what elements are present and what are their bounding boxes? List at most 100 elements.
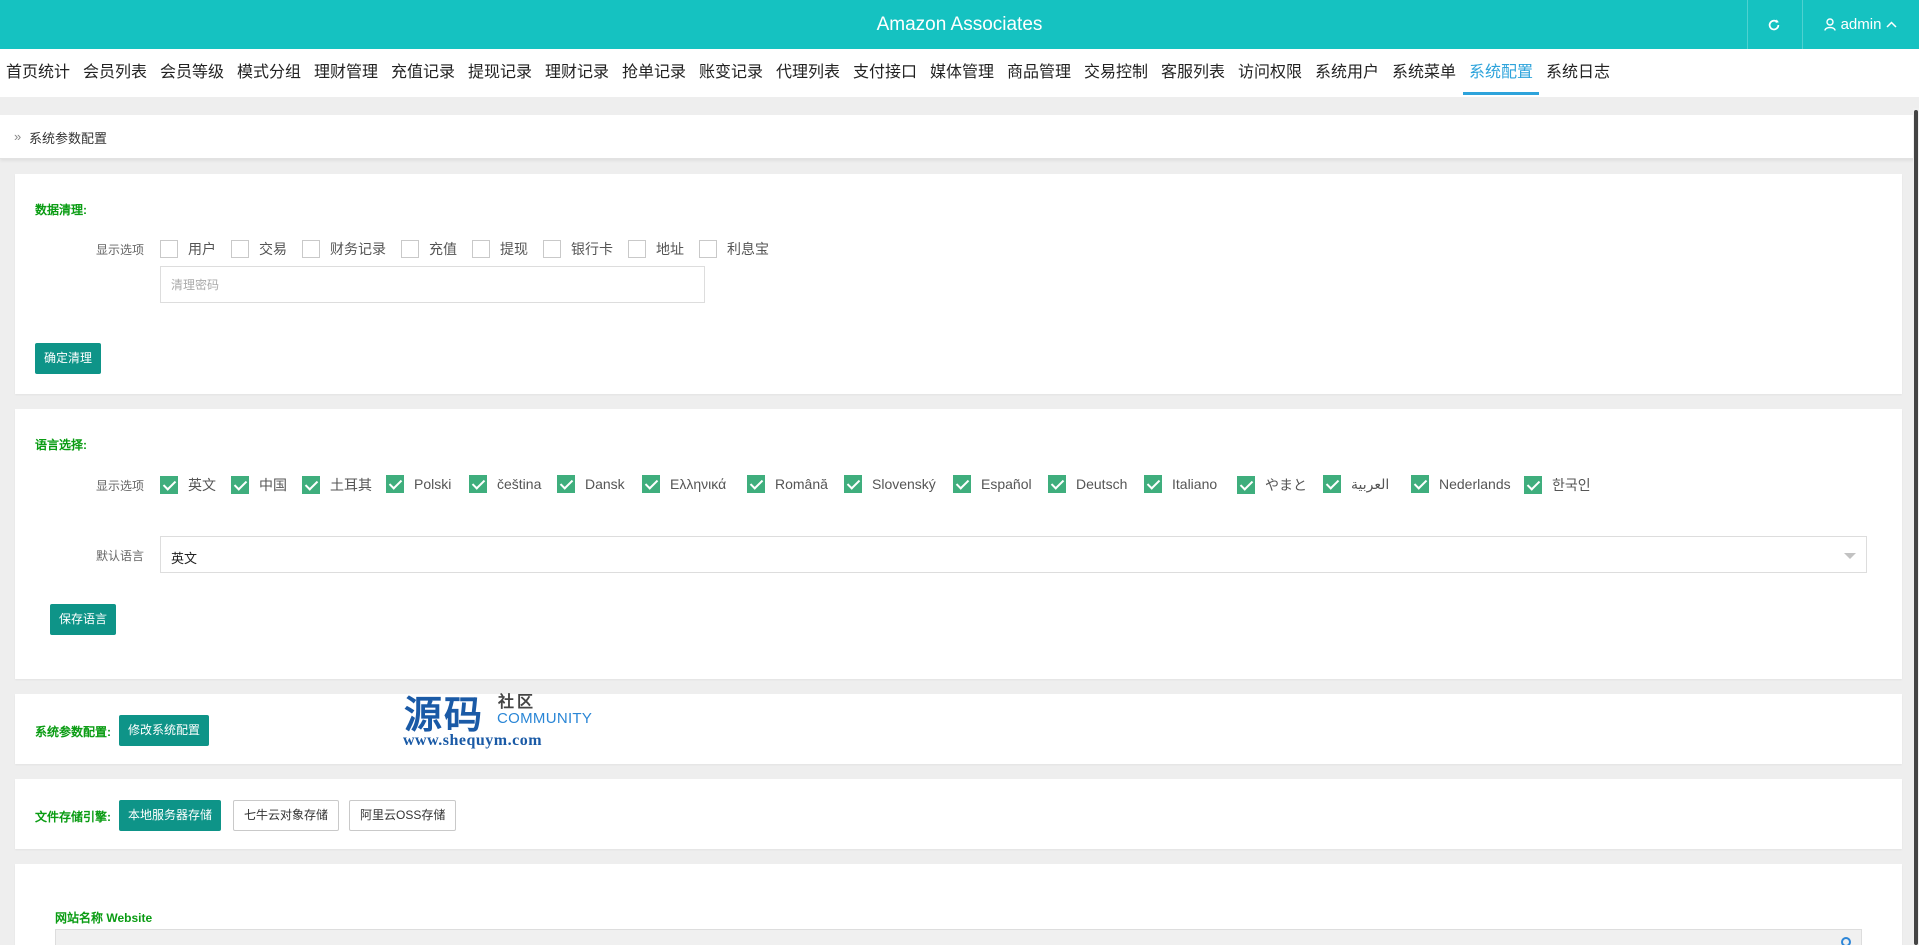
caret-down-icon xyxy=(1844,553,1856,559)
cleanup-password-input[interactable] xyxy=(160,266,705,303)
nav-item-system-users[interactable]: 系统用户 xyxy=(1315,49,1379,97)
option-label: 英文 xyxy=(188,477,216,493)
nav-item-home-stats[interactable]: 首页统计 xyxy=(6,49,70,97)
edit-icon[interactable] xyxy=(1841,937,1851,945)
option-label: 한국인 xyxy=(1552,477,1591,493)
storage-qiniu-button[interactable]: 七牛云对象存储 xyxy=(233,800,340,831)
cleanup-option-interest-treasure[interactable]: 利息宝 xyxy=(699,239,769,259)
checkbox[interactable] xyxy=(401,240,419,258)
option-label: 中国 xyxy=(259,477,287,493)
nav-item-trade-control[interactable]: 交易控制 xyxy=(1084,49,1148,97)
option-label: 用户 xyxy=(188,241,216,257)
language-option-italian[interactable]: Italiano xyxy=(1144,475,1217,493)
nav-item-service-list[interactable]: 客服列表 xyxy=(1161,49,1225,97)
nav-item-system-log[interactable]: 系统日志 xyxy=(1546,49,1610,97)
nav-item-system-menu[interactable]: 系统菜单 xyxy=(1392,49,1456,97)
checkbox[interactable] xyxy=(160,476,178,494)
default-language-select[interactable]: 英文 xyxy=(160,536,1867,573)
option-label: 地址 xyxy=(656,241,684,257)
nav-item-finance-management[interactable]: 理财管理 xyxy=(314,49,378,97)
nav-item-payment-interface[interactable]: 支付接口 xyxy=(853,49,917,97)
cleanup-option-recharge[interactable]: 充值 xyxy=(401,239,457,259)
checkbox[interactable] xyxy=(953,475,971,493)
checkbox[interactable] xyxy=(1144,475,1162,493)
checkbox[interactable] xyxy=(231,476,249,494)
language-option-spanish[interactable]: Español xyxy=(953,475,1032,493)
watermark-main-text: 源码 xyxy=(404,693,485,737)
option-label: 土耳其 xyxy=(330,477,372,493)
language-option-slovak[interactable]: Slovenský xyxy=(844,475,936,493)
nav-item-order-grab-records[interactable]: 抢单记录 xyxy=(622,49,686,97)
cleanup-option-trades[interactable]: 交易 xyxy=(231,239,287,259)
storage-local-button[interactable]: 本地服务器存储 xyxy=(119,800,222,831)
option-label: Română xyxy=(775,476,828,492)
checkbox[interactable] xyxy=(472,240,490,258)
checkbox[interactable] xyxy=(628,240,646,258)
refresh-button[interactable] xyxy=(1747,0,1801,49)
nav-item-member-list[interactable]: 会员列表 xyxy=(83,49,147,97)
language-option-danish[interactable]: Dansk xyxy=(557,475,625,493)
checkbox[interactable] xyxy=(1048,475,1066,493)
cleanup-option-bank-cards[interactable]: 银行卡 xyxy=(543,239,613,259)
language-option-german[interactable]: Deutsch xyxy=(1048,475,1127,493)
checkbox[interactable] xyxy=(699,240,717,258)
option-label: Italiano xyxy=(1172,476,1218,492)
checkbox[interactable] xyxy=(231,240,249,258)
nav-item-member-level[interactable]: 会员等级 xyxy=(160,49,224,97)
user-menu[interactable]: admin xyxy=(1802,0,1919,49)
checkbox[interactable] xyxy=(302,240,320,258)
checkbox[interactable] xyxy=(543,240,561,258)
nav-item-finance-records[interactable]: 理财记录 xyxy=(545,49,609,97)
language-option-english[interactable]: 英文 xyxy=(160,475,216,495)
watermark-community-text: COMMUNITY xyxy=(497,710,593,727)
cleanup-option-users[interactable]: 用户 xyxy=(160,239,216,259)
nav-item-product-management[interactable]: 商品管理 xyxy=(1007,49,1071,97)
checkbox[interactable] xyxy=(642,475,660,493)
language-option-chinese[interactable]: 中国 xyxy=(231,475,287,495)
nav-item-mode-group[interactable]: 模式分组 xyxy=(237,49,301,97)
confirm-cleanup-button[interactable]: 确定清理 xyxy=(35,343,102,374)
language-title: 语言选择: xyxy=(35,438,87,452)
checkbox[interactable] xyxy=(1323,475,1341,493)
nav-item-media-management[interactable]: 媒体管理 xyxy=(930,49,994,97)
language-option-romanian[interactable]: Română xyxy=(747,475,828,493)
website-name-input[interactable] xyxy=(55,929,1862,945)
app-title: Amazon Associates xyxy=(876,14,1043,35)
checkbox[interactable] xyxy=(160,240,178,258)
cleanup-option-finance-records[interactable]: 财务记录 xyxy=(302,239,386,259)
checkbox[interactable] xyxy=(1237,476,1255,494)
system-params-card: 系统参数配置: 修改系统配置 xyxy=(15,694,1902,764)
language-option-japanese[interactable]: やまと xyxy=(1237,475,1307,495)
nav-item-withdraw-records[interactable]: 提现记录 xyxy=(468,49,532,97)
cleanup-option-withdraw[interactable]: 提现 xyxy=(472,239,528,259)
nav-item-agent-list[interactable]: 代理列表 xyxy=(776,49,840,97)
storage-aliyun-oss-button[interactable]: 阿里云OSS存储 xyxy=(349,800,457,831)
checkbox[interactable] xyxy=(1524,476,1542,494)
option-label: čeština xyxy=(497,476,542,492)
checkbox[interactable] xyxy=(557,475,575,493)
language-option-polish[interactable]: Polski xyxy=(386,475,451,493)
save-language-button[interactable]: 保存语言 xyxy=(50,604,117,635)
checkbox[interactable] xyxy=(469,475,487,493)
nav-item-account-change-records[interactable]: 账变记录 xyxy=(699,49,763,97)
language-option-korean[interactable]: 한국인 xyxy=(1524,475,1591,495)
cleanup-option-addresses[interactable]: 地址 xyxy=(628,239,684,259)
nav-item-access-rights[interactable]: 访问权限 xyxy=(1238,49,1302,97)
checkbox[interactable] xyxy=(844,475,862,493)
checkbox[interactable] xyxy=(386,475,404,493)
option-label: 财务记录 xyxy=(330,241,386,257)
checkbox[interactable] xyxy=(1411,475,1429,493)
cleanup-options-label: 显示选项 xyxy=(96,243,145,257)
checkbox[interactable] xyxy=(747,475,765,493)
language-option-greek[interactable]: Ελληνικά xyxy=(642,475,726,493)
language-option-dutch[interactable]: Nederlands xyxy=(1411,475,1511,493)
scrollbar-thumb[interactable] xyxy=(1914,110,1918,945)
language-option-czech[interactable]: čeština xyxy=(469,475,541,493)
nav-item-recharge-records[interactable]: 充值记录 xyxy=(391,49,455,97)
option-label: Dansk xyxy=(585,476,625,492)
language-option-arabic[interactable]: العربية xyxy=(1323,475,1389,493)
edit-system-config-button[interactable]: 修改系统配置 xyxy=(119,715,210,746)
language-option-turkish[interactable]: 土耳其 xyxy=(302,475,372,495)
checkbox[interactable] xyxy=(302,476,320,494)
nav-item-system-config[interactable]: 系统配置 xyxy=(1462,49,1540,97)
